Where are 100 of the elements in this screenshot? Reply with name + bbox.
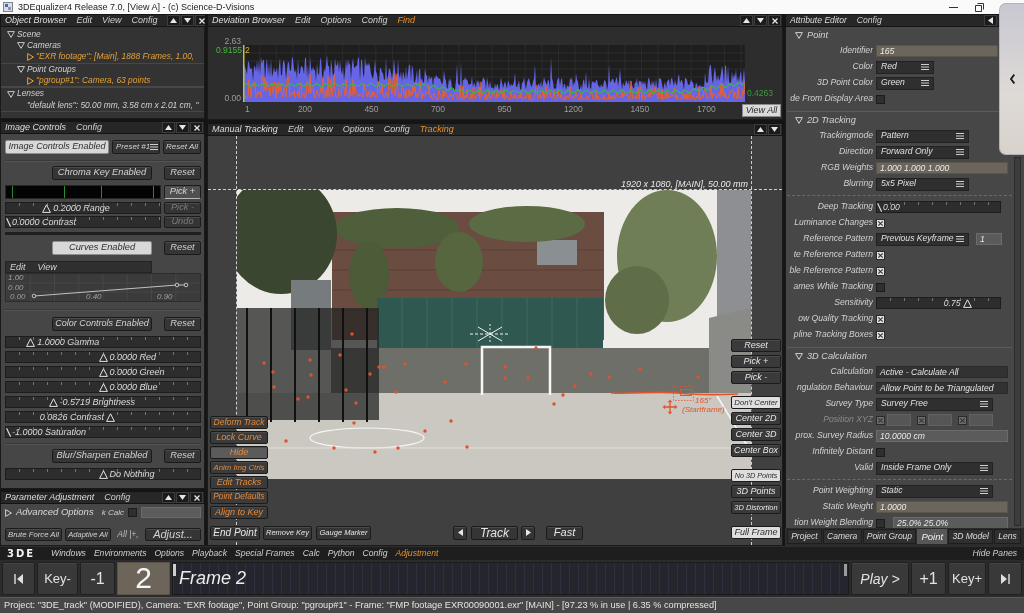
view-button[interactable]: 3D Points xyxy=(731,485,781,498)
view-button[interactable]: Full Frame xyxy=(731,526,781,539)
dropdown[interactable]: Red xyxy=(876,60,934,74)
close-button[interactable] xyxy=(190,492,203,503)
slider[interactable]: 0.2000 Range xyxy=(5,201,161,214)
slider[interactable]: 0.0000 Green xyxy=(5,366,201,378)
toggle-button[interactable]: Chroma Key Enabled xyxy=(52,166,152,180)
tab[interactable]: 3D Model xyxy=(948,529,994,544)
menu-item[interactable]: Config xyxy=(76,122,103,133)
text-field[interactable]: 10.0000 cm xyxy=(876,430,1008,442)
text-field[interactable]: 25.0% 25.0% xyxy=(893,517,1008,529)
checkbox[interactable] xyxy=(876,250,885,260)
menu-item[interactable]: Environments xyxy=(93,548,147,559)
checkbox[interactable] xyxy=(876,266,885,276)
control-point-icon[interactable] xyxy=(183,282,189,288)
previous-button[interactable] xyxy=(453,525,467,540)
menu-item[interactable]: Edit xyxy=(76,15,93,26)
frame-field[interactable]: 2 xyxy=(117,562,170,595)
key-back-button[interactable]: Key- xyxy=(37,562,78,595)
menu-item[interactable]: Find xyxy=(397,15,416,26)
move-up-button[interactable] xyxy=(754,124,767,135)
move-down-button[interactable] xyxy=(176,492,189,503)
checkbox[interactable] xyxy=(876,518,885,528)
tool-button[interactable]: Deform Track xyxy=(210,416,268,429)
play-button[interactable]: Play > xyxy=(851,562,909,595)
step-back-button[interactable]: -1 xyxy=(80,562,115,595)
slider[interactable]: 0.0826 Contrast xyxy=(5,411,201,423)
close-button[interactable] xyxy=(195,15,205,26)
tool-button[interactable]: Point Defaults xyxy=(210,491,268,504)
menu-item[interactable]: Adjustment xyxy=(395,548,439,559)
triangle-right-icon[interactable] xyxy=(27,76,34,85)
menu-item[interactable]: Tracking xyxy=(419,124,454,135)
tree-item[interactable]: "default lens": 50.00 mm, 3.58 cm x 2.01 cm, " xyxy=(27,100,199,111)
menu-item[interactable]: Config xyxy=(856,15,882,26)
tab[interactable]: Project xyxy=(787,529,822,544)
reset-button[interactable]: Reset xyxy=(164,317,201,331)
scrollbar[interactable] xyxy=(1014,157,1021,526)
move-down-button[interactable] xyxy=(768,124,781,135)
dropdown[interactable]: Previous Keyframe xyxy=(876,232,969,246)
tree-item[interactable]: Cameras xyxy=(27,41,61,51)
section-title[interactable]: 3D Calculation xyxy=(807,350,867,362)
slider[interactable]: 0.75 xyxy=(876,297,1001,309)
triangle-right-icon[interactable] xyxy=(5,508,12,517)
tree-item[interactable]: "pgroup#1": Camera, 63 points xyxy=(36,76,151,86)
menu-item[interactable]: View xyxy=(37,261,57,273)
tool-button[interactable]: Align to Key xyxy=(210,506,268,519)
slider[interactable]: 0.00 xyxy=(876,201,1001,213)
triangle-down-icon[interactable] xyxy=(17,66,25,74)
slider[interactable]: 0.0000 Contrast xyxy=(5,216,161,228)
checkbox[interactable] xyxy=(876,330,885,340)
text-field[interactable] xyxy=(887,414,911,426)
tab[interactable]: Lens xyxy=(994,529,1021,544)
checkbox[interactable] xyxy=(876,314,885,324)
pick-add-button[interactable]: Pick + xyxy=(164,185,201,199)
tab[interactable]: Camera xyxy=(822,529,862,544)
menu-item[interactable]: Special Frames xyxy=(234,548,295,559)
text-field[interactable] xyxy=(969,414,993,426)
text-field[interactable] xyxy=(928,414,952,426)
slider[interactable]: -1.0000 Saturation xyxy=(5,426,201,438)
menu-item[interactable]: Windows xyxy=(51,548,86,559)
menu-item[interactable]: Config xyxy=(104,492,131,503)
triangle-down-icon[interactable] xyxy=(795,352,803,360)
slider[interactable]: Do Nothing xyxy=(5,468,201,480)
checkbox[interactable] xyxy=(876,94,885,104)
fast-button[interactable]: Fast xyxy=(546,525,583,540)
timeline-track[interactable]: Frame 2 xyxy=(172,562,849,595)
text-field[interactable]: 1.0000 xyxy=(876,501,1008,513)
view-button[interactable]: Center 2D xyxy=(731,412,781,425)
reset-button[interactable]: Reset xyxy=(164,241,201,255)
input-field[interactable] xyxy=(141,507,201,518)
move-up-button[interactable] xyxy=(162,122,175,133)
side-panel-handle[interactable] xyxy=(999,3,1024,155)
view-button[interactable]: Center 3D xyxy=(731,428,781,441)
move-up-button[interactable] xyxy=(167,15,181,26)
section-title[interactable]: 2D Tracking xyxy=(807,114,856,126)
skip-to-end-button[interactable] xyxy=(988,562,1022,595)
preset-dropdown[interactable]: Preset #1 xyxy=(112,140,160,154)
text-field[interactable]: 165 xyxy=(876,45,998,57)
reset-button[interactable]: Reset xyxy=(164,449,201,463)
tool-button[interactable]: Lock Curve xyxy=(210,431,268,444)
next-button[interactable] xyxy=(521,525,535,540)
triangle-down-icon[interactable] xyxy=(795,116,803,124)
skip-to-start-button[interactable] xyxy=(2,562,35,595)
dropdown[interactable]: Survey Free xyxy=(876,397,993,411)
menu-item[interactable]: Python xyxy=(327,548,355,559)
checkbox[interactable] xyxy=(128,508,137,517)
tab[interactable]: Point xyxy=(917,529,948,544)
section-title[interactable]: Point xyxy=(807,29,828,41)
reset-button[interactable]: Reset xyxy=(164,166,201,180)
menu-item[interactable]: Config xyxy=(361,15,388,26)
view-button[interactable]: Center Box xyxy=(731,444,781,457)
dropdown[interactable]: Green xyxy=(876,76,934,90)
reset-all-button[interactable]: Reset All xyxy=(163,140,201,154)
restore-button[interactable] xyxy=(973,1,985,13)
control-point-icon[interactable] xyxy=(174,282,180,288)
menu-item[interactable]: Options xyxy=(154,548,185,559)
collapse-button[interactable] xyxy=(984,15,997,26)
slider[interactable]: 0.0000 Blue xyxy=(5,381,201,393)
dropdown[interactable]: Forward Only xyxy=(876,145,969,159)
toggle-button[interactable]: Curves Enabled xyxy=(52,241,152,255)
